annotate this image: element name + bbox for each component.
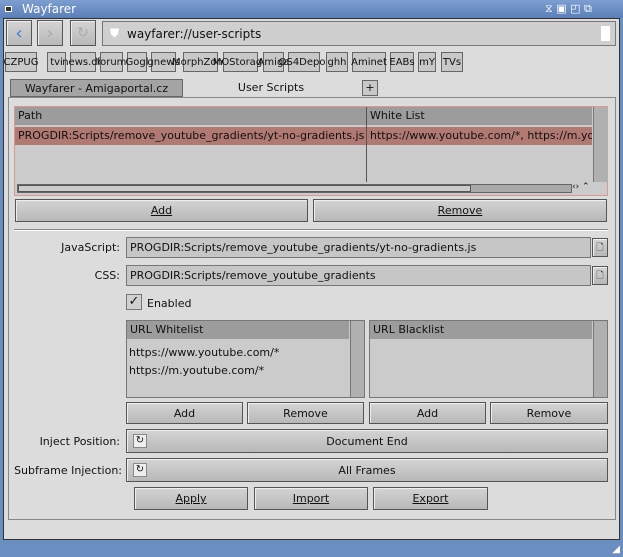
shield-icon: ⛊ — [110, 26, 120, 40]
javascript-field[interactable]: PROGDIR:Scripts/remove_youtube_gradients… — [126, 237, 591, 258]
subframe-injection-cycle[interactable]: ↻ All Frames — [126, 458, 608, 482]
import-button[interactable]: Import — [254, 487, 368, 510]
subframe-injection-value: All Frames — [338, 463, 396, 477]
separator — [14, 229, 608, 231]
add-script-button[interactable]: Add — [15, 199, 308, 222]
list-item[interactable]: https://www.youtube.com/* — [129, 344, 362, 362]
window-title: Wayfarer — [22, 2, 77, 16]
reload-button[interactable]: ↻ — [70, 20, 96, 46]
bookmark-button[interactable]: OS4Depot — [279, 52, 329, 72]
export-button[interactable]: Export — [373, 487, 488, 510]
close-icon[interactable] — [5, 6, 12, 12]
resize-handle-icon[interactable]: ◢ — [612, 544, 620, 555]
javascript-label: JavaScript: — [61, 241, 120, 254]
tab-amigaportal[interactable]: Wayfarer - Amigaportal.cz — [10, 79, 183, 97]
window-gadgets[interactable]: ⧖ ▣ ◰ ⧉ — [545, 2, 592, 16]
whitelist-header: URL Whitelist — [127, 321, 349, 339]
bookmark-button[interactable]: mY — [418, 52, 436, 72]
forward-icon: › — [46, 22, 54, 44]
file-picker-css[interactable]: 🗋 — [592, 266, 608, 285]
column-header-path[interactable]: Path — [15, 107, 366, 125]
horizontal-scrollbar[interactable] — [17, 184, 572, 193]
list-item[interactable]: https://m.youtube.com/* — [129, 362, 362, 380]
cell-path: PROGDIR:Scripts/remove_youtube_gradients… — [18, 129, 365, 142]
bookmark-button[interactable]: forum — [97, 52, 126, 72]
scroll-arrows-icon[interactable]: ‹› ⌃ — [572, 182, 590, 192]
url-text: wayfarer://user-scripts — [127, 26, 262, 41]
title-bar[interactable]: Wayfarer ⧖ ▣ ◰ ⧉ — [0, 0, 623, 18]
whitelist-remove-button[interactable]: Remove — [247, 402, 364, 424]
vertical-scrollbar[interactable] — [593, 321, 607, 397]
vertical-scrollbar[interactable] — [350, 321, 364, 397]
bookmark-button[interactable]: news.de — [62, 52, 104, 72]
forward-button[interactable]: › — [37, 20, 63, 46]
back-button[interactable]: ‹ — [6, 20, 32, 46]
check-icon: ✓ — [128, 294, 140, 309]
button-label: Apply — [175, 492, 207, 505]
file-icon: 🗋 — [596, 242, 604, 253]
reload-icon: ↻ — [77, 25, 89, 41]
bookmark-button[interactable]: TVs — [441, 52, 463, 72]
enabled-checkbox[interactable]: ✓ — [126, 294, 142, 310]
inject-position-value: Document End — [326, 434, 408, 448]
bookmark-button[interactable]: EABs — [389, 52, 415, 72]
apply-button[interactable]: Apply — [134, 487, 248, 510]
bookmark-icon[interactable] — [601, 26, 610, 41]
tab-user-scripts[interactable]: User Scripts — [185, 78, 357, 98]
bookmark-button[interactable]: CZPUG — [4, 52, 38, 72]
file-icon: 🗋 — [596, 270, 604, 281]
button-label: Export — [412, 492, 449, 505]
file-picker-js[interactable]: 🗋 — [592, 238, 608, 257]
bookmark-button[interactable]: Gogl — [126, 52, 149, 72]
button-label: Remove — [437, 204, 483, 217]
bookmark-button[interactable]: ghh — [326, 52, 348, 72]
button-label: Import — [292, 492, 330, 505]
cell-whitelist: https://www.youtube.com/*, https://m.you… — [370, 129, 592, 142]
cycle-icon: ↻ — [133, 463, 147, 477]
scripts-table[interactable]: Path White List PROGDIR:Scripts/remove_y… — [14, 106, 608, 196]
url-bar[interactable]: ⛊ wayfarer://user-scripts — [102, 21, 616, 46]
vertical-scrollbar[interactable] — [593, 107, 608, 182]
cycle-icon: ↻ — [133, 434, 147, 448]
table-row[interactable]: PROGDIR:Scripts/remove_youtube_gradients… — [15, 127, 592, 145]
column-divider — [366, 107, 367, 182]
remove-script-button[interactable]: Remove — [313, 199, 607, 222]
css-label: CSS: — [94, 269, 120, 282]
enabled-label: Enabled — [147, 297, 192, 310]
bookmark-button[interactable]: Aminet — [351, 52, 387, 72]
subframe-injection-label: Subframe Injection: — [14, 464, 122, 477]
new-tab-button[interactable]: + — [362, 80, 378, 96]
inject-position-label: Inject Position: — [39, 435, 120, 448]
blacklist-header: URL Blacklist — [370, 321, 592, 339]
bookmark-button[interactable]: MOStorage — [213, 52, 268, 72]
css-field[interactable]: PROGDIR:Scripts/remove_youtube_gradients — [126, 265, 591, 286]
tab-label: Wayfarer - Amigaportal.cz — [24, 82, 169, 95]
whitelist-add-button[interactable]: Add — [126, 402, 243, 424]
back-icon: ‹ — [15, 22, 23, 44]
tab-label: User Scripts — [237, 81, 305, 94]
url-blacklist[interactable]: URL Blacklist — [369, 320, 608, 398]
blacklist-add-button[interactable]: Add — [369, 402, 486, 424]
url-whitelist[interactable]: URL Whitelist https://www.youtube.com/* … — [126, 320, 365, 398]
inject-position-cycle[interactable]: ↻ Document End — [126, 429, 608, 453]
column-header-whitelist[interactable]: White List — [367, 107, 592, 125]
button-label: Add — [150, 204, 173, 217]
blacklist-remove-button[interactable]: Remove — [490, 402, 608, 424]
